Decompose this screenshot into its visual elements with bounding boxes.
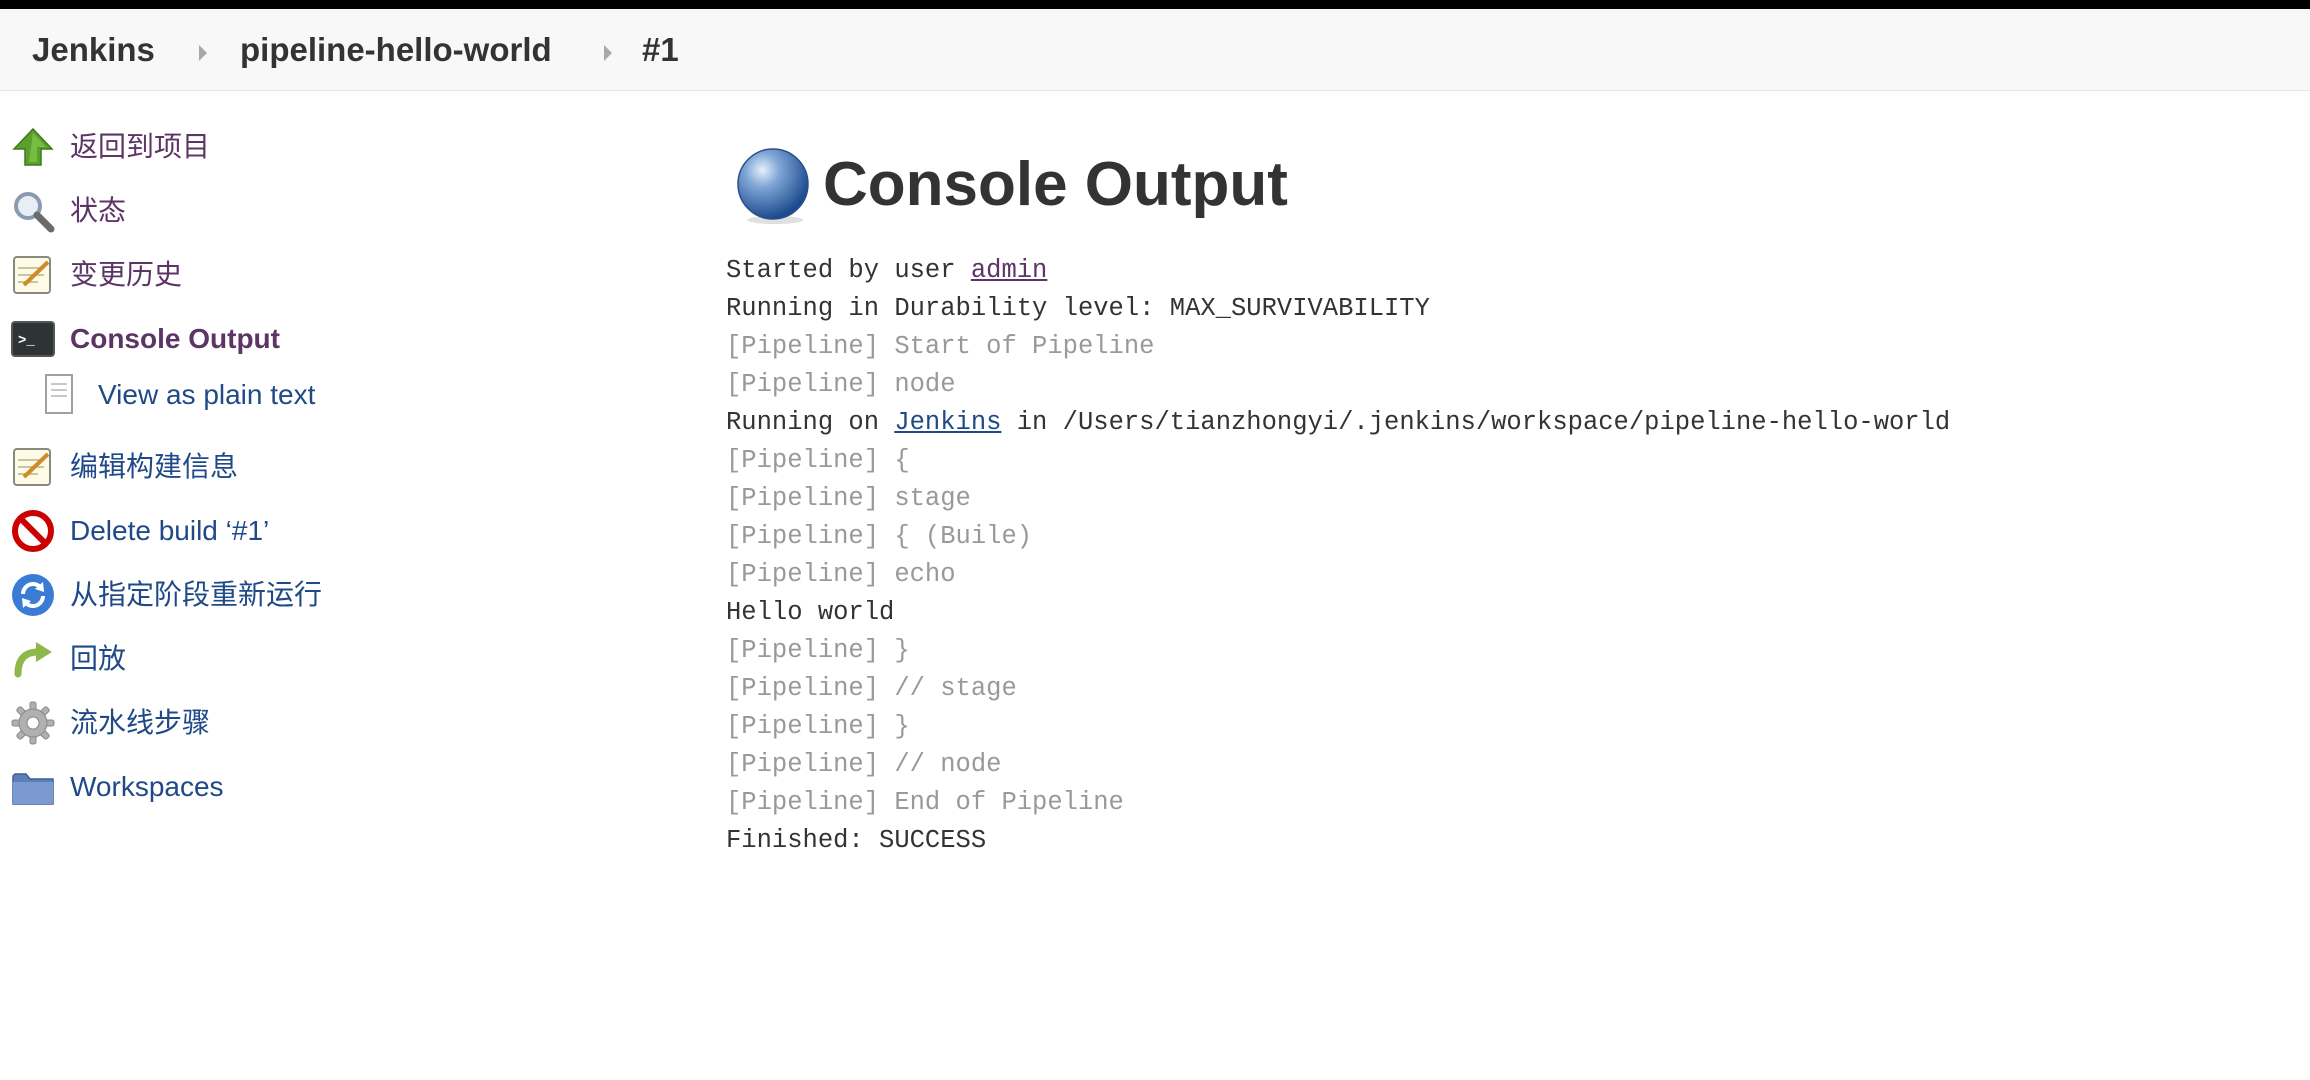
console-line: [Pipeline] // node: [726, 750, 1002, 779]
console-line: [Pipeline] // stage: [726, 674, 1017, 703]
node-jenkins-link[interactable]: Jenkins: [894, 408, 1001, 437]
user-admin-link[interactable]: admin: [971, 256, 1048, 285]
sidebar-item-label[interactable]: Workspaces: [70, 760, 224, 814]
sidebar-item-label[interactable]: 状态: [70, 184, 126, 238]
gear-icon: [10, 700, 56, 746]
sidebar-item-label[interactable]: 回放: [70, 632, 126, 686]
sidebar-item-label[interactable]: 编辑构建信息: [70, 440, 238, 494]
console-line: [Pipeline] node: [726, 370, 956, 399]
breadcrumb-separator-icon: [604, 45, 612, 61]
sidebar-item-label[interactable]: 流水线步骤: [70, 696, 210, 750]
svg-text:>_: >_: [18, 333, 35, 349]
breadcrumb: Jenkins pipeline-hello-world #1: [0, 9, 2310, 91]
console-line: [Pipeline] End of Pipeline: [726, 788, 1124, 817]
refresh-icon: [10, 572, 56, 618]
sidebar-item-label[interactable]: 从指定阶段重新运行: [70, 568, 322, 622]
console-line: [Pipeline] { (Buile): [726, 522, 1033, 551]
console-line: Finished: SUCCESS: [726, 826, 987, 855]
folder-icon: [10, 764, 56, 810]
console-output: Started by user admin Running in Durabili…: [726, 252, 1950, 860]
breadcrumb-pipeline-hello-world[interactable]: pipeline-hello-world: [240, 9, 552, 91]
document-icon: [38, 372, 78, 418]
console-line: [Pipeline] }: [726, 636, 910, 665]
sidebar-item-label[interactable]: Delete build ‘#1’: [70, 504, 269, 558]
notepad-icon: [10, 444, 56, 490]
search-icon: [10, 188, 56, 234]
console-line: [Pipeline] }: [726, 712, 910, 741]
breadcrumb-separator-icon: [199, 45, 207, 61]
console-line: Running in Durability level: MAX_SURVIVA…: [726, 294, 1430, 323]
breadcrumb-build-1[interactable]: #1: [642, 9, 679, 91]
sidebar-item-label[interactable]: Console Output: [70, 312, 280, 366]
console-line: [Pipeline] {: [726, 446, 910, 475]
up-arrow-icon: [10, 124, 56, 170]
page-title-text: Console Output: [823, 150, 1288, 219]
blue-ball-icon: [733, 146, 813, 226]
window-top-bar: [0, 0, 2310, 9]
console-text: Started by user: [726, 256, 971, 285]
console-line: Hello world: [726, 598, 895, 627]
console-text: Running on: [726, 408, 895, 437]
breadcrumb-jenkins[interactable]: Jenkins: [32, 9, 155, 91]
console-line: Running on Jenkins in /Users/tianzhongyi…: [726, 404, 1950, 442]
no-entry-icon: [10, 508, 56, 554]
console-line: [Pipeline] stage: [726, 484, 971, 513]
sidebar-item-label[interactable]: View as plain text: [98, 368, 315, 422]
sidebar-item-label[interactable]: 返回到项目: [70, 120, 210, 174]
console-line: [Pipeline] Start of Pipeline: [726, 332, 1155, 361]
terminal-icon: >_: [10, 316, 56, 362]
redo-arrow-icon: [10, 636, 56, 682]
console-line: Started by user admin: [726, 252, 1950, 290]
sidebar-item-label[interactable]: 变更历史: [70, 248, 182, 302]
console-text: in /Users/tianzhongyi/.jenkins/workspace…: [1001, 408, 1951, 437]
notepad-icon: [10, 252, 56, 298]
console-line: [Pipeline] echo: [726, 560, 956, 589]
